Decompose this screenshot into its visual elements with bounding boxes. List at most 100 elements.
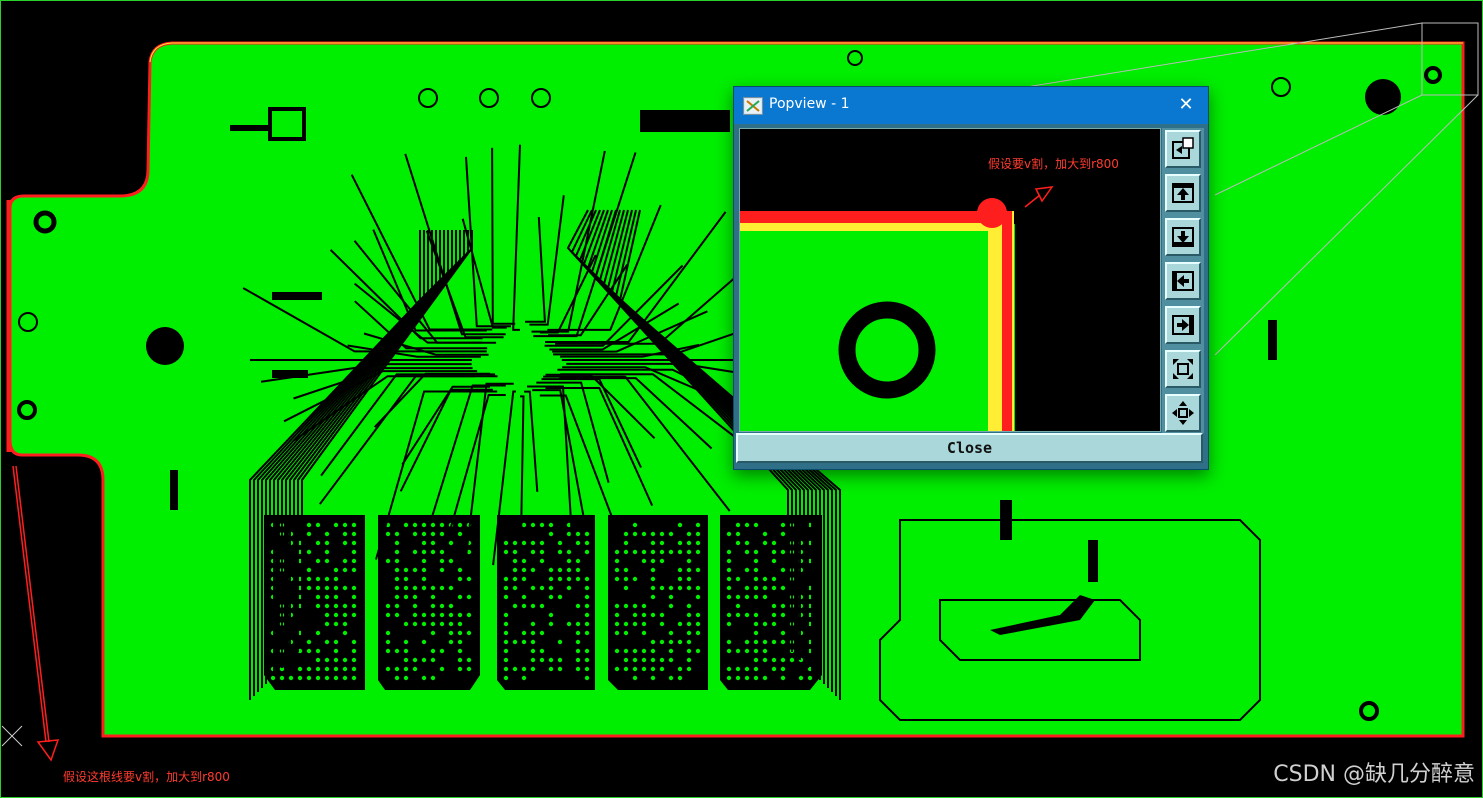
bga-pad [557, 567, 563, 573]
bga-pad [762, 531, 768, 537]
bga-pad [333, 612, 339, 618]
bga-pad [315, 675, 321, 681]
bga-pad [762, 540, 768, 546]
bga-pad [584, 621, 590, 627]
zoom-fit-button[interactable] [1165, 130, 1201, 168]
bga-pad [394, 576, 400, 582]
bga-pad [342, 666, 348, 672]
bga-pad [351, 585, 357, 591]
bga-pad [632, 549, 638, 555]
bga-pad [677, 639, 683, 645]
bga-pad [333, 576, 339, 582]
bga-pad [351, 540, 357, 546]
move-right-button[interactable] [1165, 306, 1201, 344]
bga-pad [315, 603, 321, 609]
bga-pad [753, 621, 759, 627]
bga-pad [780, 612, 786, 618]
bga-pad [333, 639, 339, 645]
bga-pad [503, 585, 509, 591]
bga-pad [726, 666, 732, 672]
bga-pad [623, 657, 629, 663]
bga-pad [394, 558, 400, 564]
move-up-button[interactable] [1165, 174, 1201, 212]
bga-pad [539, 657, 545, 663]
bga-pad [430, 549, 436, 555]
bga-pad [668, 603, 674, 609]
bga-pad [735, 540, 741, 546]
bga-pad [385, 531, 391, 537]
bga-pad [430, 675, 436, 681]
move-left-button[interactable] [1165, 262, 1201, 300]
bga-pad [333, 666, 339, 672]
bga-pad [315, 576, 321, 582]
bga-pad [421, 558, 427, 564]
bga-pad [726, 612, 732, 618]
bga-pad [457, 531, 463, 537]
bga-pad [548, 567, 554, 573]
move-down-button[interactable] [1165, 218, 1201, 256]
bga-pad [557, 540, 563, 546]
bga-pad [575, 603, 581, 609]
bga-pad [403, 666, 409, 672]
bga-pad [430, 531, 436, 537]
bga-pad [457, 621, 463, 627]
bga-pad [412, 612, 418, 618]
bga-pad [584, 603, 590, 609]
bga-pad [530, 630, 536, 636]
popview-titlebar[interactable]: Popview - 1 ✕ [734, 87, 1208, 124]
bga-pad [430, 630, 436, 636]
bga-pad [457, 576, 463, 582]
bga-pad [351, 567, 357, 573]
bga-pad [342, 603, 348, 609]
bga-pad [306, 576, 312, 582]
bga-pad [457, 648, 463, 654]
bga-pad [659, 540, 665, 546]
bga-pad [695, 585, 701, 591]
bga-pad [566, 585, 572, 591]
bga-pad [650, 567, 656, 573]
bga-pad [677, 567, 683, 573]
bga-pad [503, 612, 509, 618]
bga-pad [623, 567, 629, 573]
bga-pad [623, 531, 629, 537]
bga-pad [421, 675, 427, 681]
bga-pad [614, 549, 620, 555]
zoom-out-button[interactable] [1165, 394, 1201, 432]
bga-pad [315, 666, 321, 672]
bga-pad [632, 576, 638, 582]
bga-pad [753, 594, 759, 600]
close-button[interactable]: Close [736, 433, 1203, 463]
close-icon[interactable]: ✕ [1170, 91, 1202, 119]
bga-pad [726, 585, 732, 591]
bga-pad [780, 675, 786, 681]
bga-pad [584, 576, 590, 582]
bga-pad [614, 576, 620, 582]
popview-canvas[interactable]: 假设要v割，加大到r800 [739, 128, 1161, 432]
bga-pad [530, 567, 536, 573]
bga-pad [351, 603, 357, 609]
zoom-in-button[interactable] [1165, 350, 1201, 388]
bga-pad [623, 576, 629, 582]
bga-pad [695, 549, 701, 555]
bga-pad [677, 576, 683, 582]
bga-pad [677, 522, 683, 528]
popview-annotation: 假设要v割，加大到r800 [988, 157, 1119, 171]
bga-pad [439, 648, 445, 654]
bga-pad [762, 648, 768, 654]
bga-pad [503, 576, 509, 582]
bga-pad [762, 639, 768, 645]
bga-pad [403, 594, 409, 600]
bga-pad [753, 567, 759, 573]
bga-pad [342, 621, 348, 627]
bga-pad [650, 576, 656, 582]
bga-pad [744, 549, 750, 555]
bga-pad [614, 630, 620, 636]
bga-pad [614, 666, 620, 672]
bga-pad [512, 540, 518, 546]
bga-pad [735, 675, 741, 681]
bga-pad [306, 549, 312, 555]
bga-pad [351, 558, 357, 564]
bga-pad [780, 531, 786, 537]
bga-pad [439, 666, 445, 672]
bga-pad [753, 657, 759, 663]
